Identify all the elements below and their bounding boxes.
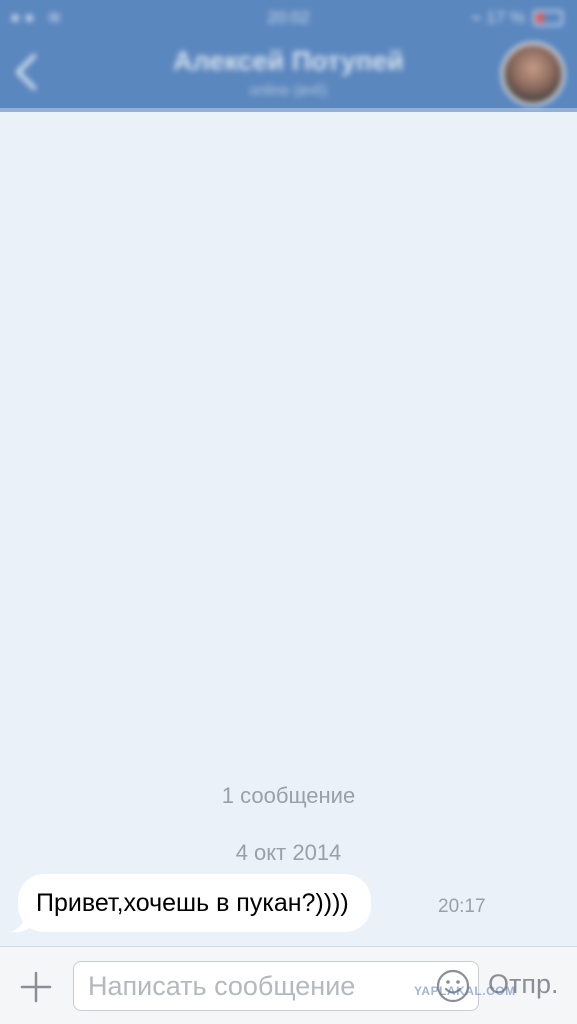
contact-status: online (вчб)	[249, 82, 328, 99]
battery-icon	[533, 10, 563, 26]
header-blurred-content: ●● ≋ 20:02 ⌁ 17 % Алексей Потупей online…	[0, 0, 577, 112]
status-battery-text: ⌁ 17 %	[471, 8, 525, 27]
watermark: YAPLAKAL.COM	[414, 984, 516, 998]
message-text: Привет,хочешь в пукан?))))	[36, 888, 349, 917]
message-count-label[interactable]: 1 сообщение	[0, 783, 577, 809]
date-separator: 4 окт 2014	[235, 840, 342, 865]
avatar[interactable]	[501, 42, 565, 106]
contact-name[interactable]: Алексей Потупей	[0, 46, 577, 77]
status-bar: ●● ≋ 20:02 ⌁ 17 %	[0, 0, 577, 36]
chat-header: ●● ≋ 20:02 ⌁ 17 % Алексей Потупей online…	[0, 0, 577, 112]
message-time: 20:17	[438, 896, 486, 917]
plus-icon[interactable]	[20, 971, 52, 1003]
message-bubble-incoming[interactable]: Привет,хочешь в пукан?))))	[18, 874, 371, 932]
header-divider	[0, 108, 577, 112]
status-right: ⌁ 17 %	[471, 8, 563, 28]
